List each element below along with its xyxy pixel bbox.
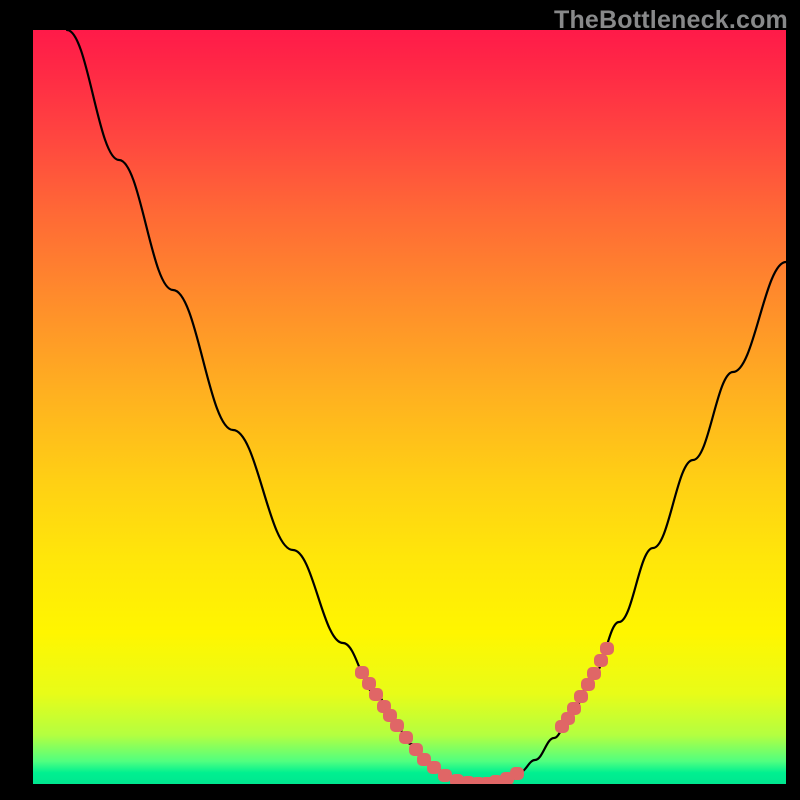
- curve-marker: [574, 690, 588, 703]
- plot-area: [33, 30, 786, 784]
- curve-marker: [510, 767, 524, 780]
- curve-marker: [369, 688, 383, 701]
- curve-marker: [438, 769, 452, 782]
- watermark-text: TheBottleneck.com: [554, 6, 788, 35]
- chart-frame: TheBottleneck.com: [0, 0, 800, 800]
- curve-markers: [355, 642, 614, 784]
- curve-marker: [567, 702, 581, 715]
- curve-marker: [390, 719, 404, 732]
- chart-svg: [33, 30, 786, 784]
- curve-marker: [399, 731, 413, 744]
- curve-marker: [594, 654, 608, 667]
- curve-marker: [587, 667, 601, 680]
- curve-marker: [600, 642, 614, 655]
- bottleneck-curve: [67, 30, 786, 783]
